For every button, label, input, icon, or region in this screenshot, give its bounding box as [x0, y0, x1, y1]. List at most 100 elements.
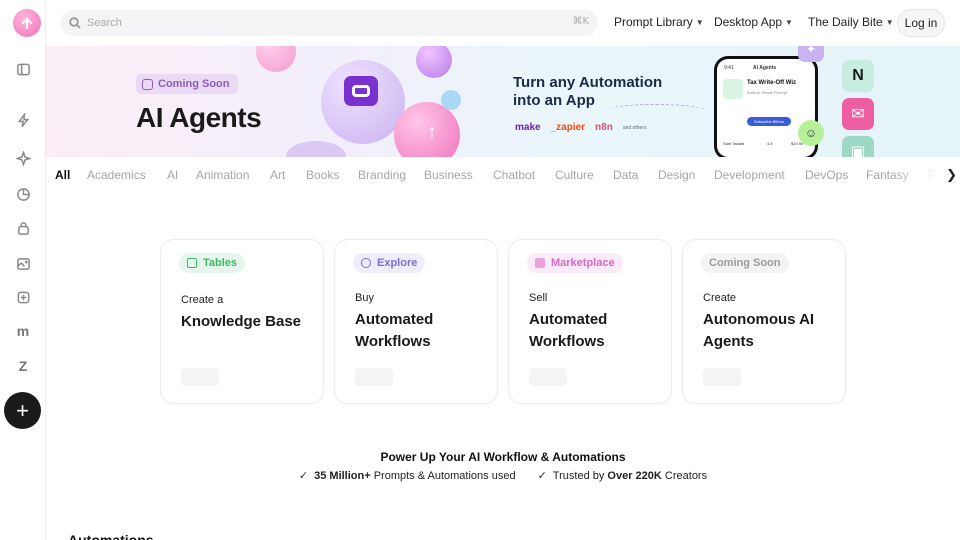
tab-books[interactable]: Books — [306, 168, 339, 182]
agent-cube-icon — [344, 76, 378, 106]
stats-row: ✓ 35 Million+ Prompts & Automations used … — [46, 469, 960, 482]
stat-prompts-label: Prompts & Automations used — [370, 470, 516, 482]
sparkle-icon[interactable] — [13, 148, 33, 168]
tab-branding[interactable]: Branding — [358, 168, 406, 182]
add-button[interactable]: + — [4, 392, 41, 429]
make-logo-text: m — [16, 323, 30, 339]
zapier-logo-icon[interactable]: Z — [13, 356, 33, 376]
zapier-logo-text: Z — [18, 358, 28, 374]
tab-ai[interactable]: AI — [167, 168, 178, 182]
card-verb: Create — [703, 292, 737, 304]
tab-all[interactable]: All — [55, 168, 70, 182]
tab-academics[interactable]: Academics — [87, 168, 146, 182]
bag-icon[interactable] — [13, 218, 33, 238]
arrow-up-icon — [22, 17, 32, 29]
tab-data[interactable]: Data — [613, 168, 638, 182]
tab-development[interactable]: Development — [714, 168, 785, 182]
card-verb: Buy — [355, 292, 374, 304]
phone-screen: 9:41 AI Agents Tax Write-Off Wiz Built o… — [717, 59, 815, 157]
tab-chatbot[interactable]: Chatbot — [493, 168, 535, 182]
top-bar: ⌘K Prompt Library ▼ Desktop App ▼ The Da… — [46, 0, 960, 46]
search-input[interactable] — [87, 14, 527, 32]
stat-creators-count: Over 220K — [607, 470, 662, 482]
check-icon: ✓ — [537, 470, 547, 482]
app-tile-icon: ✦ — [798, 46, 824, 62]
banner-title: AI Agents — [136, 102, 262, 133]
card-badge: Explore — [353, 253, 426, 273]
brand-make: make — [515, 122, 541, 133]
tab-devops[interactable]: DevOps — [805, 168, 848, 182]
nav-desktop-app[interactable]: Desktop App ▼ — [714, 15, 793, 29]
tab-art[interactable]: Art — [270, 168, 285, 182]
coming-soon-label: Coming Soon — [158, 78, 230, 90]
phone-time: 9:41 — [724, 65, 734, 71]
card-badge-label: Marketplace — [551, 257, 615, 269]
login-button[interactable]: Log in — [897, 9, 945, 37]
brand-n8n: n8n — [595, 122, 613, 133]
app-tile-icon: ✉ — [842, 98, 874, 130]
card-badge-label: Tables — [203, 257, 238, 269]
chevron-down-icon: ▼ — [695, 17, 704, 27]
card-placeholder — [181, 368, 219, 386]
banner-arrow — [606, 104, 706, 118]
stat-creators-label: Creators — [661, 470, 708, 482]
card-badge: Marketplace — [527, 253, 623, 273]
sidebar-panel-icon[interactable] — [13, 59, 33, 79]
card-badge: Tables — [179, 253, 246, 273]
card-tables[interactable]: Tables Create a Knowledge Base — [160, 239, 324, 404]
brand-others: and others — [622, 124, 647, 131]
card-placeholder — [529, 368, 567, 386]
search-bar[interactable]: ⌘K — [60, 10, 598, 36]
phone-cta-button: Subscribe $9/mo — [747, 117, 791, 126]
plugin-icon[interactable] — [13, 287, 33, 307]
card-object: Automated Workflows — [355, 311, 434, 350]
phone-rating: 4.8 — [767, 141, 773, 146]
tab-business[interactable]: Business — [424, 168, 473, 182]
app-tile-icon: ▣ — [842, 136, 874, 157]
card-explore[interactable]: Explore Buy Automated Workflows — [334, 239, 498, 404]
card-coming-soon[interactable]: Coming Soon Create Autonomous AI Agents — [682, 239, 846, 404]
chevron-right-icon[interactable]: ❯ — [946, 167, 957, 183]
chart-pie-icon[interactable] — [13, 184, 33, 204]
card-badge: Coming Soon — [701, 253, 789, 273]
card-object: Automated Workflows — [529, 311, 608, 350]
plus-icon: + — [16, 397, 29, 423]
store-icon — [535, 258, 545, 268]
brand-zapier: _zapier — [550, 122, 586, 133]
nav-prompt-library-label: Prompt Library — [614, 15, 693, 29]
phone-item-thumb — [723, 79, 743, 99]
make-logo-icon[interactable]: m — [13, 321, 33, 341]
lightning-icon[interactable] — [13, 110, 33, 130]
tab-culture[interactable]: Culture — [555, 168, 594, 182]
stat-prompts: ✓ 35 Million+ Prompts & Automations used — [299, 469, 516, 482]
phone-item-sub: Built on Shane Prompt — [747, 90, 788, 95]
decor-blob — [286, 141, 346, 157]
decor-blob — [416, 46, 452, 78]
stat-creators: ✓ Trusted by Over 220K Creators — [538, 469, 708, 482]
decor-blob — [256, 46, 296, 72]
sidebar: m Z + — [0, 0, 46, 540]
card-verb: Sell — [529, 292, 548, 304]
nav-desktop-app-label: Desktop App — [714, 15, 783, 29]
brand-list: make _zapier n8n and others — [515, 122, 646, 133]
image-plus-icon[interactable] — [13, 253, 33, 273]
card-marketplace[interactable]: Marketplace Sell Automated Workflows — [508, 239, 672, 404]
notion-app-icon: N — [842, 60, 874, 92]
brand-logo[interactable] — [13, 9, 41, 37]
tab-design[interactable]: Design — [658, 168, 695, 182]
chevron-down-icon: ▼ — [885, 17, 894, 27]
card-verb: Create a — [181, 294, 224, 306]
app-tile-icon: ☺ — [798, 120, 824, 146]
category-tabs: All Academics AI Animation Art Books Bra… — [46, 157, 960, 193]
coming-soon-badge: Coming Soon — [136, 74, 238, 94]
table-icon — [187, 258, 197, 268]
phone-item-title: Tax Write-Off Wiz — [747, 80, 797, 86]
hero-banner[interactable]: ↑ Coming Soon AI Agents Turn any Automat… — [46, 46, 960, 157]
power-up-title: Power Up Your AI Workflow & Automations — [380, 450, 626, 464]
nav-daily-bite-label: The Daily Bite — [808, 15, 883, 29]
nav-prompt-library[interactable]: Prompt Library ▼ — [614, 15, 704, 29]
card-badge-label: Coming Soon — [709, 257, 781, 269]
tab-animation[interactable]: Animation — [196, 168, 249, 182]
card-object: Autonomous AI Agents — [703, 311, 815, 350]
nav-daily-bite[interactable]: The Daily Bite ▼ — [808, 15, 894, 29]
